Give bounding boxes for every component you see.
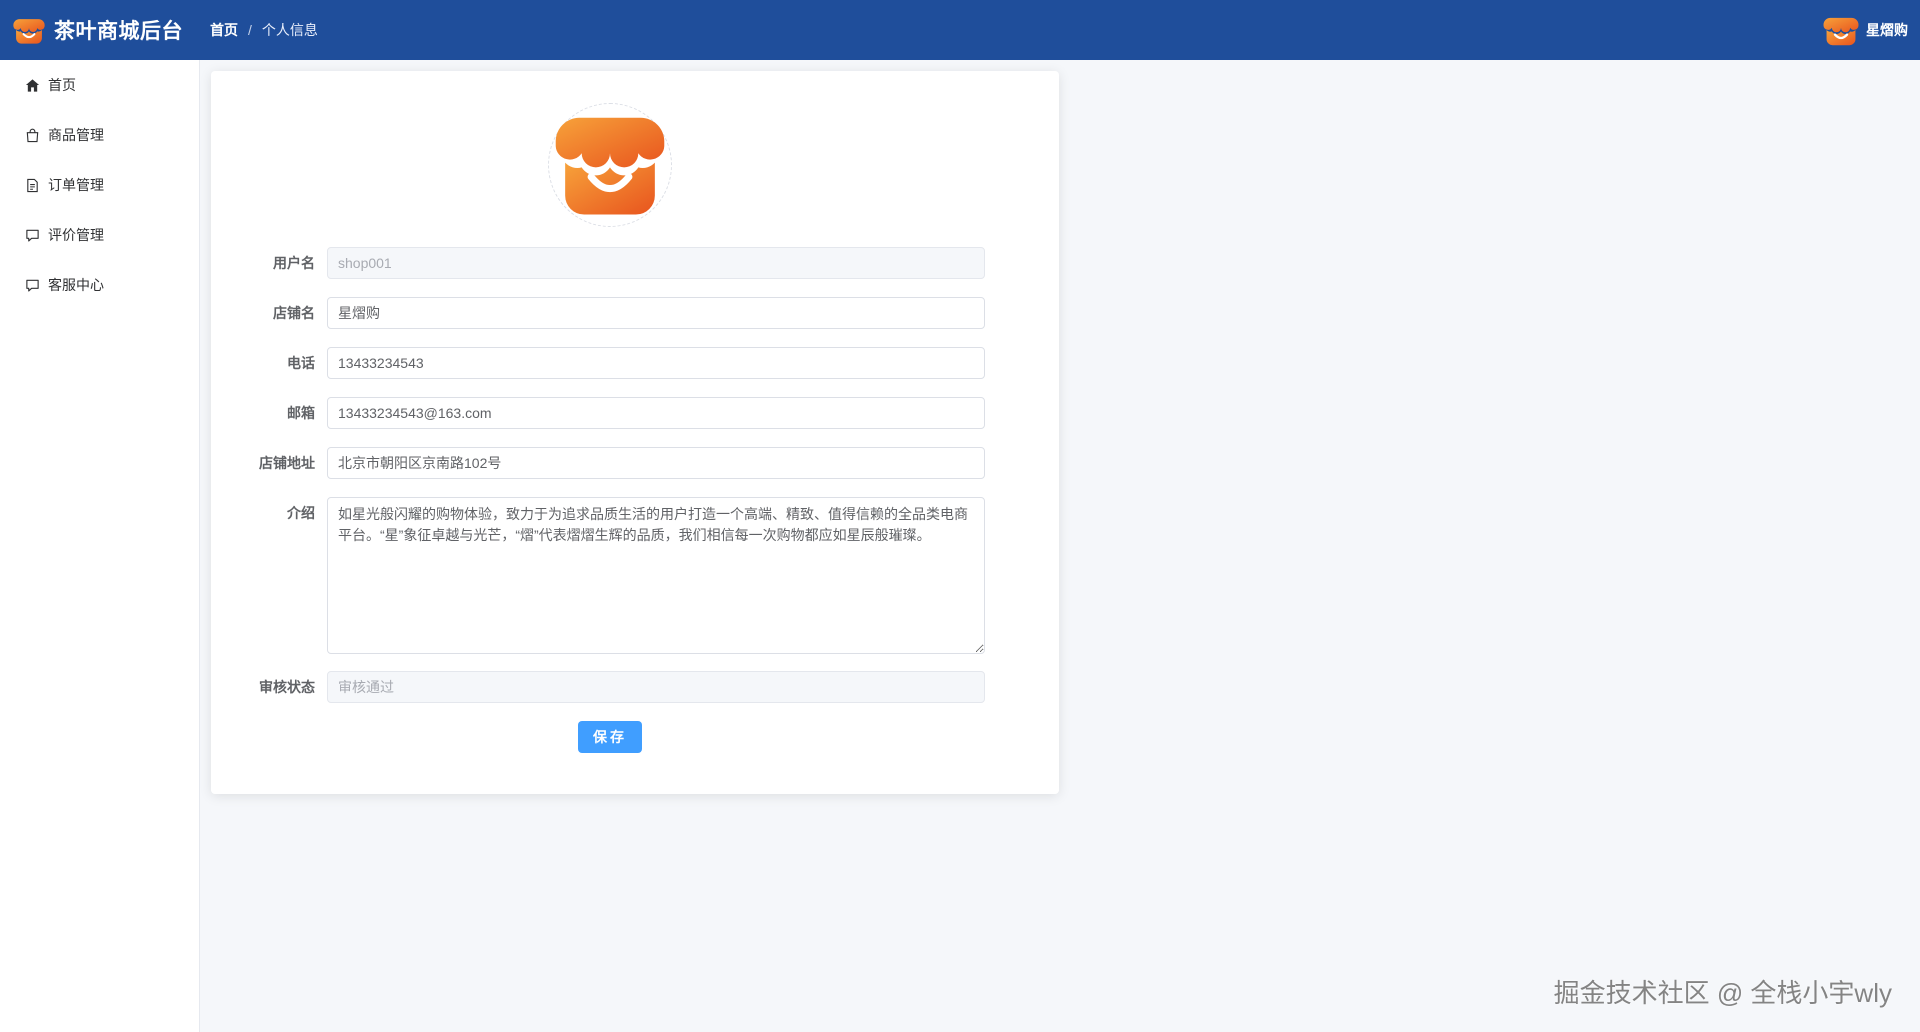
sidebar-item-label: 商品管理 <box>48 127 104 143</box>
form-row-intro: 介绍 如星光般闪耀的购物体验，致力于为追求品质生活的用户打造一个高端、精致、值得… <box>211 497 1059 654</box>
shop-name-input[interactable] <box>327 297 985 329</box>
document-icon <box>24 177 40 193</box>
form-row-shop-name: 店铺名 <box>211 297 1059 329</box>
phone-label: 电话 <box>287 355 315 371</box>
user-name[interactable]: 星熠购 <box>1866 20 1908 40</box>
form-row-email: 邮箱 <box>211 397 1059 429</box>
form-row-address: 店铺地址 <box>211 447 1059 479</box>
sidebar-item-reviews[interactable]: 评价管理 <box>0 210 199 260</box>
breadcrumb-current: 个人信息 <box>261 22 318 38</box>
sidebar-item-customer-service[interactable]: 客服中心 <box>0 260 199 310</box>
sidebar: 首页 商品管理 订单管理 评价管理 客服中心 <box>0 60 200 1032</box>
address-label: 店铺地址 <box>259 455 315 471</box>
brand[interactable]: 茶叶商城后台 <box>0 0 200 60</box>
sidebar-item-label: 首页 <box>48 77 76 93</box>
sidebar-item-orders[interactable]: 订单管理 <box>0 160 199 210</box>
user-menu[interactable]: 星熠购 <box>1822 0 1908 60</box>
intro-label: 介绍 <box>287 505 315 521</box>
sidebar-item-label: 客服中心 <box>48 277 104 293</box>
breadcrumb-home[interactable]: 首页 <box>210 20 238 40</box>
form-row-audit-status: 审核状态 <box>211 671 1059 703</box>
username-input <box>327 247 985 279</box>
sidebar-item-home[interactable]: 首页 <box>0 60 199 110</box>
top-header: 茶叶商城后台 首页 / 个人信息 星熠购 <box>0 0 1920 60</box>
sidebar-item-label: 评价管理 <box>48 227 104 243</box>
breadcrumb: 首页 / 个人信息 <box>210 20 318 40</box>
sidebar-item-label: 订单管理 <box>48 177 104 193</box>
phone-input[interactable] <box>327 347 985 379</box>
breadcrumb-separator: / <box>248 22 252 38</box>
email-label: 邮箱 <box>287 405 315 421</box>
profile-card: 用户名 店铺名 电话 邮箱 店铺地址 介绍 如星光般闪耀的购物体验，致力于为追求… <box>211 71 1059 794</box>
home-icon <box>24 77 40 93</box>
store-logo-icon <box>13 19 45 44</box>
audit-status-input <box>327 671 985 703</box>
sidebar-item-products[interactable]: 商品管理 <box>0 110 199 160</box>
username-label: 用户名 <box>273 255 315 271</box>
intro-textarea[interactable]: 如星光般闪耀的购物体验，致力于为追求品质生活的用户打造一个高端、精致、值得信赖的… <box>327 497 985 654</box>
shop-name-label: 店铺名 <box>273 305 315 321</box>
email-input[interactable] <box>327 397 985 429</box>
user-avatar-icon[interactable] <box>1822 11 1860 49</box>
store-logo-icon <box>555 117 665 215</box>
save-button[interactable]: 保存 <box>578 721 642 753</box>
brand-title: 茶叶商城后台 <box>54 20 183 43</box>
address-input[interactable] <box>327 447 985 479</box>
shopping-bag-icon <box>24 127 40 143</box>
watermark: 掘金技术社区 @ 全栈小宇wly <box>1553 978 1892 1008</box>
form-row-username: 用户名 <box>211 247 1059 279</box>
audit-status-label: 审核状态 <box>259 679 315 695</box>
avatar-uploader[interactable] <box>548 103 672 227</box>
comment-icon <box>24 227 40 243</box>
form-row-phone: 电话 <box>211 347 1059 379</box>
chat-icon <box>24 277 40 293</box>
